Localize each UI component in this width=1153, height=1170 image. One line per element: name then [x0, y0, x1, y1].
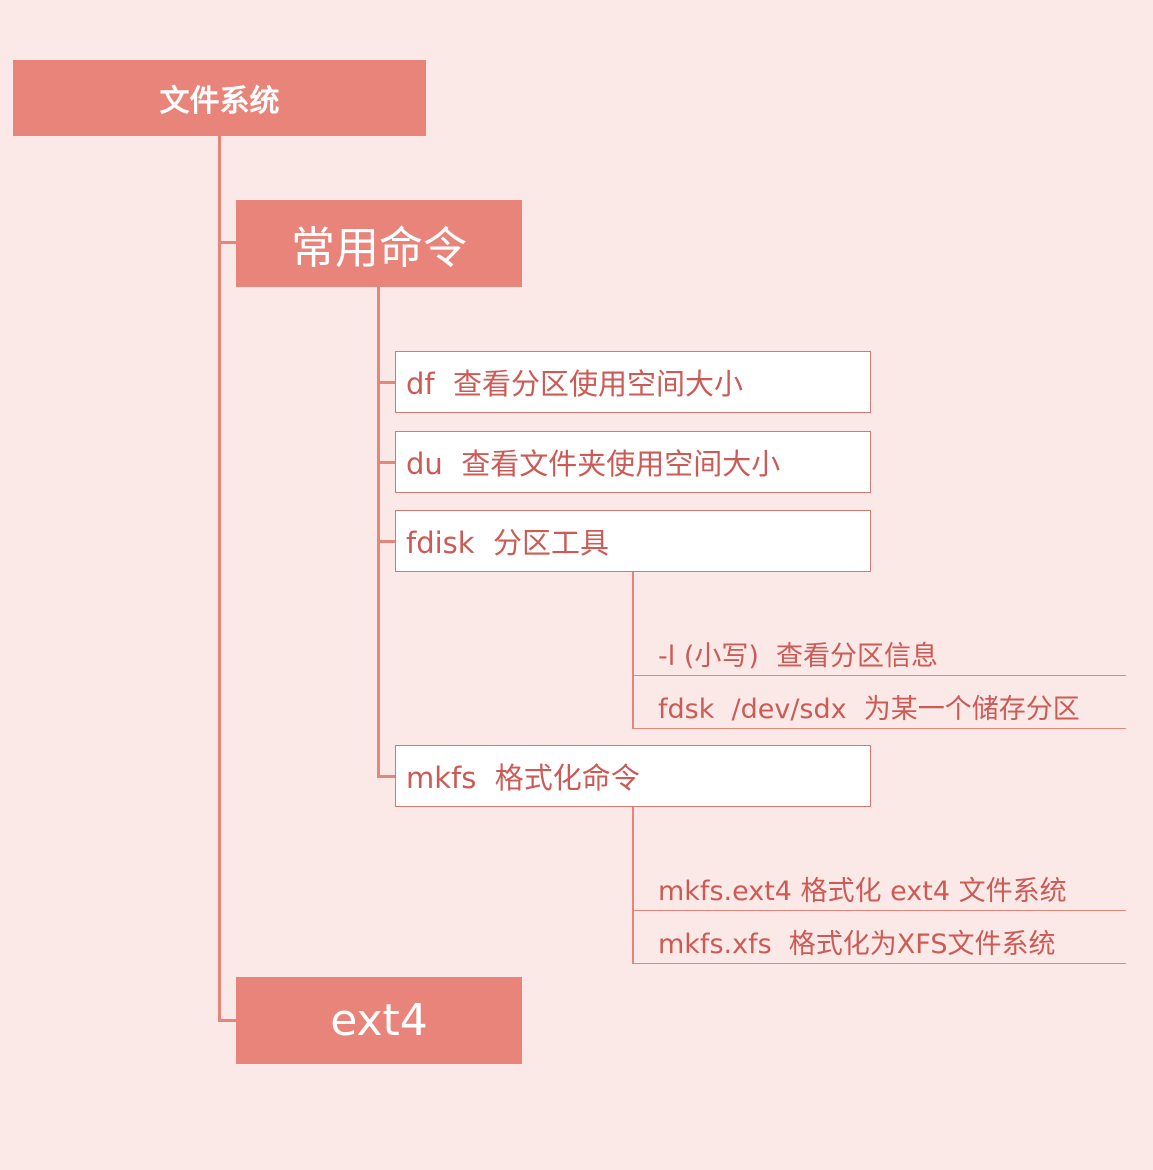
branch-2-connector — [218, 1019, 236, 1022]
leaf-node-fdsk-dev[interactable]: fdsk /dev/sdx 为某一个储存分区 — [633, 682, 1126, 729]
branch-node-label: ext4 — [330, 995, 428, 1046]
mkfs-connector — [377, 775, 395, 778]
fdisk-connector — [377, 540, 395, 543]
branch-node-common-commands[interactable]: 常用命令 — [236, 200, 522, 287]
root-node[interactable]: 文件系统 — [13, 60, 426, 136]
leaf-node-label: fdsk /dev/sdx 为某一个储存分区 — [658, 694, 1080, 725]
du-connector — [377, 461, 395, 464]
command-node-label: du 查看文件夹使用空间大小 — [406, 447, 781, 481]
df-connector — [377, 381, 395, 384]
root-node-label: 文件系统 — [159, 84, 280, 119]
branch-node-label: 常用命令 — [291, 222, 467, 274]
commands-trunk-connector — [377, 287, 380, 777]
leaf-node-mkfs-ext4[interactable]: mkfs.ext4 格式化 ext4 文件系统 — [633, 865, 1126, 911]
command-node-df[interactable]: df 查看分区使用空间大小 — [395, 351, 871, 413]
command-node-mkfs[interactable]: mkfs 格式化命令 — [395, 745, 871, 807]
branch-node-ext4[interactable]: ext4 — [236, 977, 522, 1064]
command-node-label: fdisk 分区工具 — [406, 526, 610, 560]
command-node-label: mkfs 格式化命令 — [406, 761, 640, 795]
leaf-node-label: -l (小写) 查看分区信息 — [658, 641, 939, 672]
leaf-node-mkfs-xfs[interactable]: mkfs.xfs 格式化为XFS文件系统 — [633, 917, 1126, 964]
command-node-du[interactable]: du 查看文件夹使用空间大小 — [395, 431, 871, 493]
command-node-label: df 查看分区使用空间大小 — [406, 367, 744, 401]
command-node-fdisk[interactable]: fdisk 分区工具 — [395, 510, 871, 572]
root-trunk-connector — [218, 136, 221, 1022]
leaf-node-fdisk-l[interactable]: -l (小写) 查看分区信息 — [633, 630, 1126, 676]
leaf-node-label: mkfs.ext4 格式化 ext4 文件系统 — [658, 876, 1067, 907]
leaf-node-label: mkfs.xfs 格式化为XFS文件系统 — [658, 929, 1056, 960]
branch-1-connector — [218, 241, 236, 244]
